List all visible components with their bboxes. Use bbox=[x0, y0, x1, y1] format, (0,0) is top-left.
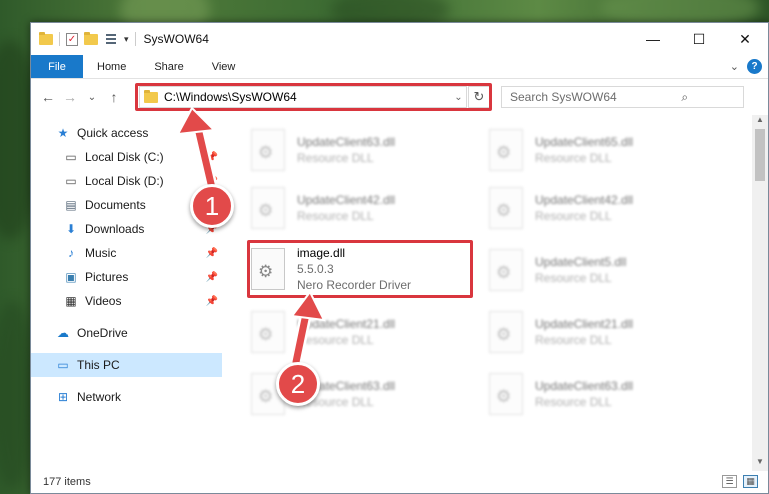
callout-1: 1 bbox=[190, 184, 234, 228]
annotation-arrows bbox=[176, 106, 326, 368]
arrow-1-head bbox=[176, 106, 217, 136]
callout-2: 2 bbox=[276, 362, 320, 406]
arrow-2-head bbox=[290, 290, 326, 322]
arrow-2-shaft bbox=[292, 310, 310, 366]
